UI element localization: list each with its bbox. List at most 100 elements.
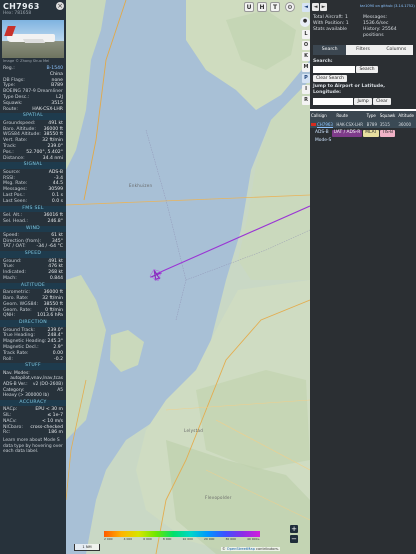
- reg-label: Reg.:: [3, 66, 15, 71]
- speed-group: Ground: 491 kt True: 476 kt Indicated: 268 kt…: [0, 259, 66, 282]
- hex-value: 781658: [14, 11, 32, 16]
- north-icon[interactable]: ●: [300, 17, 310, 27]
- col-squawk[interactable]: Squawk: [378, 111, 398, 120]
- jump-button[interactable]: Jump: [354, 98, 372, 105]
- section-altitude: ALTITUDE: [0, 282, 66, 290]
- total-aircraft-value: 1: [344, 15, 348, 20]
- spatial-value: 34.4 nmi: [42, 155, 63, 161]
- legend-tisb: TIS-B: [379, 130, 396, 137]
- section-spatial: SPATIAL: [0, 113, 66, 120]
- section-signal: SIGNAL: [0, 162, 66, 169]
- layer-button-r[interactable]: R: [302, 96, 310, 105]
- tab-search[interactable]: Search: [313, 45, 347, 55]
- col-altitude[interactable]: Altitude: [397, 111, 416, 120]
- section-accuracy: ACCURACY: [0, 399, 66, 407]
- version-link[interactable]: tar1090 on github (3.14.1752): [360, 4, 415, 8]
- route-label: Route:: [3, 106, 18, 112]
- spatial-group: Groundspeed: 491 kt Baro. Altitude: 36000 f…: [0, 121, 66, 162]
- clear-search-button[interactable]: Clear Search: [313, 75, 347, 82]
- flag-icon: [311, 122, 316, 127]
- legend-adsb: ADS-B: [313, 130, 331, 137]
- map-attribution: © OpenStreetMap contributors.: [221, 547, 280, 551]
- col-callsign[interactable]: Callsign: [310, 111, 336, 120]
- expand-right-button[interactable]: ►: [320, 2, 327, 11]
- direction-row: Roll: -0.2: [0, 357, 66, 363]
- layer-button-i[interactable]: I: [302, 85, 310, 94]
- wind-row: TAT / OAT: -34 / -64 °C: [0, 244, 66, 250]
- jump-input[interactable]: [313, 98, 353, 105]
- section-fms: FMS SEL: [0, 205, 66, 212]
- section-speed: SPEED: [0, 251, 66, 258]
- speed-value: 0.844: [49, 276, 63, 282]
- place-label-enkhuizen: Enkhuizen: [129, 183, 153, 188]
- mode-s-hint: Learn more about Mode S data type by hov…: [3, 438, 63, 454]
- accuracy-group: NACp: EPU < 30 m SIL: ≤ 1e-7 NACv: < 10 m/s NI…: [0, 407, 66, 436]
- signal-group: Source: ADS-B RSSI: -3.4 Msg. Rate: 44.5 Messa…: [0, 170, 66, 205]
- with-position-value: 1: [345, 21, 349, 26]
- fms-group: Sel. Alt.: 36016 ft Sel. Head.: 246.8°: [0, 213, 66, 225]
- alt-tick: 6 000: [143, 537, 152, 541]
- cell-type: B789: [366, 121, 378, 127]
- signal-label: Last Seen:: [3, 198, 28, 204]
- spatial-label: Distance:: [3, 155, 25, 161]
- expand-left-button[interactable]: ◄: [312, 2, 319, 11]
- t-button[interactable]: T: [270, 2, 280, 12]
- layer-button-o[interactable]: O: [302, 41, 310, 50]
- cell-route: HAK-CSX-LHR: [336, 121, 364, 127]
- spatial-row: Distance: 34.4 nmi: [0, 156, 66, 162]
- alt-tick: 8 000: [162, 537, 172, 541]
- layer-button-p[interactable]: P: [302, 74, 310, 83]
- search-label: Search:: [313, 59, 333, 64]
- alt-tick: 40 000+: [246, 537, 260, 541]
- total-aircraft-label: Total Aircraft:: [313, 15, 344, 20]
- zoom-in-button[interactable]: +: [290, 525, 298, 533]
- accuracy-label: Rc:: [3, 430, 11, 436]
- nav-left-button[interactable]: ◄: [302, 3, 310, 12]
- h-button[interactable]: H: [257, 2, 267, 12]
- with-position-label: With Position:: [313, 21, 345, 26]
- layer-button-k[interactable]: K: [302, 52, 310, 61]
- aircraft-table: Callsign Route Type Squawk Altitude CH79…: [310, 111, 416, 128]
- u-button[interactable]: U: [244, 2, 254, 12]
- section-wind: WIND: [0, 225, 66, 232]
- sidebar-tabs: Search Filters Columns: [313, 45, 413, 55]
- layer-button-l[interactable]: L: [302, 30, 310, 39]
- tab-columns[interactable]: Columns: [380, 45, 413, 55]
- cell-callsign-text: CH7963: [317, 121, 333, 127]
- legend-uat: UAT / ADS-R: [331, 130, 363, 137]
- signal-row: Last Seen: 0.0 s: [0, 199, 66, 205]
- altitude-ticks: 2 000 4 000 6 000 8 000 10 000 20 000 30…: [104, 537, 260, 541]
- section-stuff: STUFF: [0, 363, 66, 370]
- search-input[interactable]: [313, 66, 355, 73]
- wind-value: -34 / -64 °C: [36, 244, 63, 250]
- tab-filters[interactable]: Filters: [346, 45, 379, 55]
- wind-group: Speed: 61 kt Direction (from): 345° TAT / OA…: [0, 233, 66, 250]
- route-row: Route: HAK-CSX-LHR: [0, 107, 66, 113]
- category-desc: Heavy (> 300000 lb): [3, 393, 49, 399]
- altitude-row: QNH: 1013.6 hPa: [0, 313, 66, 319]
- reg-link[interactable]: B-1540: [47, 66, 64, 71]
- search-button[interactable]: Search: [356, 66, 378, 73]
- jump-label: Jump to Airport or Latitude, Longitude:: [313, 84, 385, 95]
- route-value: HAK-CSX-LHR: [32, 106, 63, 112]
- osm-link[interactable]: OpenStreetMap: [227, 547, 255, 551]
- settings-gear-icon[interactable]: ⚙: [285, 2, 295, 12]
- legend-modes: Mode-S: [313, 137, 334, 144]
- wind-label: TAT / OAT:: [3, 244, 26, 250]
- selected-aircraft-panel: CH7963 Hex: 781658 × Image © Zhong Shuo …: [0, 0, 66, 554]
- table-row[interactable]: CH7963 HAK-CSX-LHR B789 3515 36000: [310, 120, 416, 128]
- stuff-block: Nav. Modes: autopilot,vnav,lnav,tcas ADS…: [0, 371, 66, 399]
- scale-bar: 1 NM: [74, 544, 100, 551]
- close-icon[interactable]: ×: [56, 2, 64, 10]
- map-view[interactable]: Enkhuizen Lelystad Flevopolder: [66, 0, 310, 554]
- layer-button-m[interactable]: M: [302, 63, 310, 72]
- col-type[interactable]: Type: [365, 111, 379, 120]
- clear-button[interactable]: Clear: [373, 98, 391, 105]
- aircraft-photo[interactable]: [2, 20, 64, 58]
- map-canvas[interactable]: [66, 0, 310, 554]
- col-route[interactable]: Route: [335, 111, 366, 120]
- aircraft-hex: Hex: 781658: [3, 11, 63, 16]
- place-label-lelystad: Lelystad: [184, 428, 204, 433]
- zoom-out-button[interactable]: −: [290, 535, 298, 543]
- alt-tick: 30 000: [225, 537, 236, 541]
